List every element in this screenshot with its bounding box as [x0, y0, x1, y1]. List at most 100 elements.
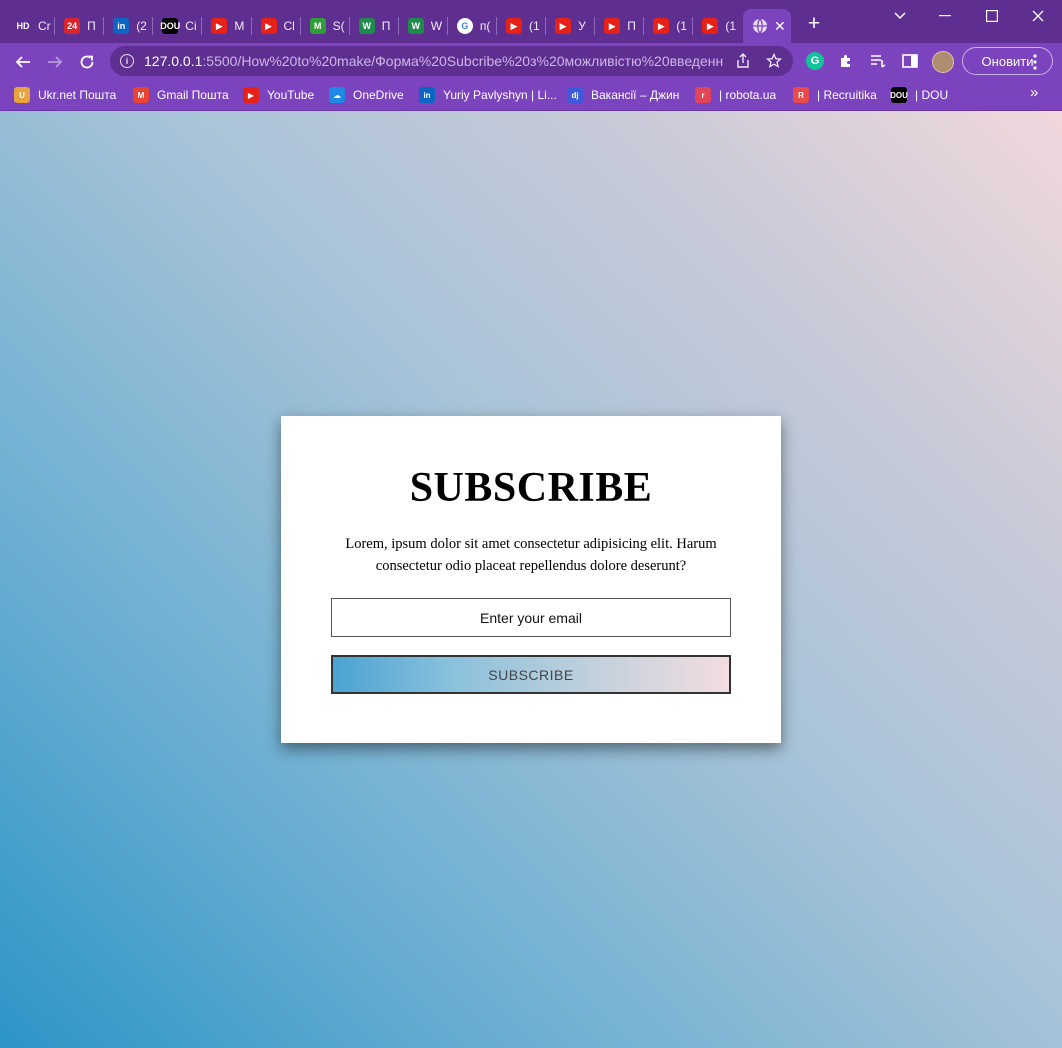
ukrnet-icon: U [14, 87, 30, 103]
tab-title: (1 [676, 19, 687, 33]
profile-avatar[interactable] [932, 51, 954, 73]
browser-tab[interactable]: M S( [301, 9, 348, 43]
update-button[interactable]: Оновити [962, 47, 1053, 75]
browser-toolbar: i 127.0.0.1:5500/How%20to%20make/Форма%2… [0, 43, 1062, 80]
grammarly-icon[interactable]: G [806, 52, 824, 70]
hd-icon: HD [15, 18, 31, 34]
browser-tab[interactable]: HD Cr [6, 9, 53, 43]
browser-tab[interactable]: DOU Ci [153, 9, 200, 43]
news24-icon: 24 [64, 18, 81, 34]
browser-tab[interactable]: ▶ M [202, 9, 249, 43]
side-panel-icon[interactable] [901, 52, 919, 70]
bookmarks-overflow-button[interactable]: » [1030, 84, 1038, 101]
bookmark-item[interactable]: U Ukr.net Пошта [14, 85, 116, 105]
url-host: 127.0.0.1 [144, 53, 203, 69]
browser-tab[interactable]: in (2 [104, 9, 151, 43]
close-icon [1032, 10, 1044, 22]
bookmark-label: Ukr.net Пошта [38, 88, 117, 102]
chevron-down-icon [894, 12, 906, 20]
tab-title: п( [479, 19, 491, 33]
share-icon[interactable] [735, 53, 751, 73]
browser-tab[interactable]: ▶ П [595, 9, 642, 43]
tab-separator [103, 17, 105, 35]
tab-separator [446, 17, 448, 35]
tab-separator [397, 17, 399, 35]
subscribe-button[interactable]: SUBSCRIBE [331, 655, 731, 694]
youtube-icon: ▶ [211, 18, 228, 34]
tab-title: У [578, 19, 586, 33]
close-window-button[interactable] [1015, 0, 1061, 32]
bookmark-label: | Recruitika [817, 88, 877, 102]
new-tab-button[interactable]: + [803, 13, 825, 35]
email-input[interactable] [331, 598, 731, 637]
browser-tab[interactable]: Gп( [448, 9, 495, 43]
tab-search-button[interactable] [877, 0, 923, 32]
bookmark-label: YouTube [267, 88, 315, 102]
tab-separator [643, 17, 645, 35]
youtube-icon: ▶ [702, 18, 719, 34]
arrow-right-icon [48, 56, 63, 68]
bookmark-label: Yuriy Pavlyshyn | Li... [443, 88, 557, 102]
browser-tab[interactable]: ▶ (1 [693, 9, 740, 43]
bookmark-item[interactable]: DOU | DOU [890, 85, 948, 105]
tab-separator [250, 17, 252, 35]
tab-separator [54, 17, 56, 35]
tab-title: Ci [185, 19, 197, 33]
browser-tab[interactable]: WП [350, 9, 397, 43]
reload-button[interactable] [73, 48, 101, 76]
browser-tab[interactable]: ▶ (1 [644, 9, 691, 43]
bookmark-item[interactable]: ▶ YouTube [243, 85, 314, 105]
forward-button[interactable] [41, 48, 69, 76]
bookmark-item[interactable]: r | robota.ua [695, 85, 776, 105]
maximize-button[interactable] [969, 0, 1015, 32]
bookmark-item[interactable]: ☁ OneDrive [329, 85, 404, 105]
bookmark-label: | robota.ua [719, 88, 777, 102]
browser-tab[interactable]: 24 П [55, 9, 102, 43]
more-menu-icon[interactable] [1033, 54, 1037, 70]
minimize-button[interactable] [922, 0, 968, 32]
address-bar[interactable]: i 127.0.0.1:5500/How%20to%20make/Форма%2… [110, 46, 793, 76]
minimize-icon [939, 15, 951, 17]
site-info-icon[interactable]: i [120, 54, 134, 68]
url-text[interactable]: 127.0.0.1:5500/How%20to%20make/Форма%20S… [144, 53, 724, 69]
browser-tab[interactable]: ▶ Cl [252, 9, 299, 43]
page-background: SUBSCRIBE Lorem, ipsum dolor sit amet co… [0, 111, 1062, 1048]
bookmark-star-icon[interactable] [765, 52, 783, 73]
bookmark-item[interactable]: R | Recruitika [793, 85, 877, 105]
url-path: :5500/How%20to%20make/Форма%20Subcribe%2… [202, 53, 724, 69]
tab-title: S( [332, 19, 345, 33]
linkedin-icon: in [113, 18, 130, 34]
tab-separator [152, 17, 154, 35]
gmail-icon: M [133, 87, 149, 103]
reading-list-icon[interactable] [869, 52, 887, 70]
djinni-icon: dj [567, 87, 583, 103]
tab-title: M [234, 19, 245, 33]
browser-tab[interactable]: WW [399, 9, 446, 43]
back-button[interactable] [9, 48, 37, 76]
dou-icon: DOU [890, 87, 908, 103]
linkedin-icon: in [419, 87, 435, 103]
tab-separator [299, 17, 301, 35]
bookmark-label: Gmail Пошта [157, 88, 229, 102]
youtube-icon: ▶ [506, 18, 522, 34]
subscribe-card: SUBSCRIBE Lorem, ipsum dolor sit amet co… [281, 416, 781, 743]
tab-separator [496, 17, 497, 35]
tab-separator [545, 17, 547, 35]
youtube-icon: ▶ [260, 18, 277, 34]
youtube-icon: ▶ [555, 18, 572, 34]
active-tab[interactable]: ✕ [743, 9, 791, 43]
dou-icon: DOU [160, 18, 180, 34]
bookmark-label: OneDrive [353, 88, 404, 102]
extensions-puzzle-icon[interactable] [837, 52, 855, 70]
bookmark-item[interactable]: in Yuriy Pavlyshyn | Li... [419, 85, 557, 105]
bookmark-item[interactable]: M Gmail Пошта [133, 85, 229, 105]
browser-tab[interactable]: ▶ У [546, 9, 593, 43]
browser-tab[interactable]: ▶ (1 [497, 9, 544, 43]
bookmark-item[interactable]: dj Вакансії – Джин [567, 85, 679, 105]
globe-icon [752, 18, 768, 34]
onedrive-icon: ☁ [329, 87, 345, 103]
youtube-icon: ▶ [243, 87, 259, 103]
bookmark-label: Вакансії – Джин [591, 88, 680, 102]
close-tab-icon[interactable]: ✕ [774, 18, 786, 35]
recruitika-icon: R [793, 87, 809, 103]
